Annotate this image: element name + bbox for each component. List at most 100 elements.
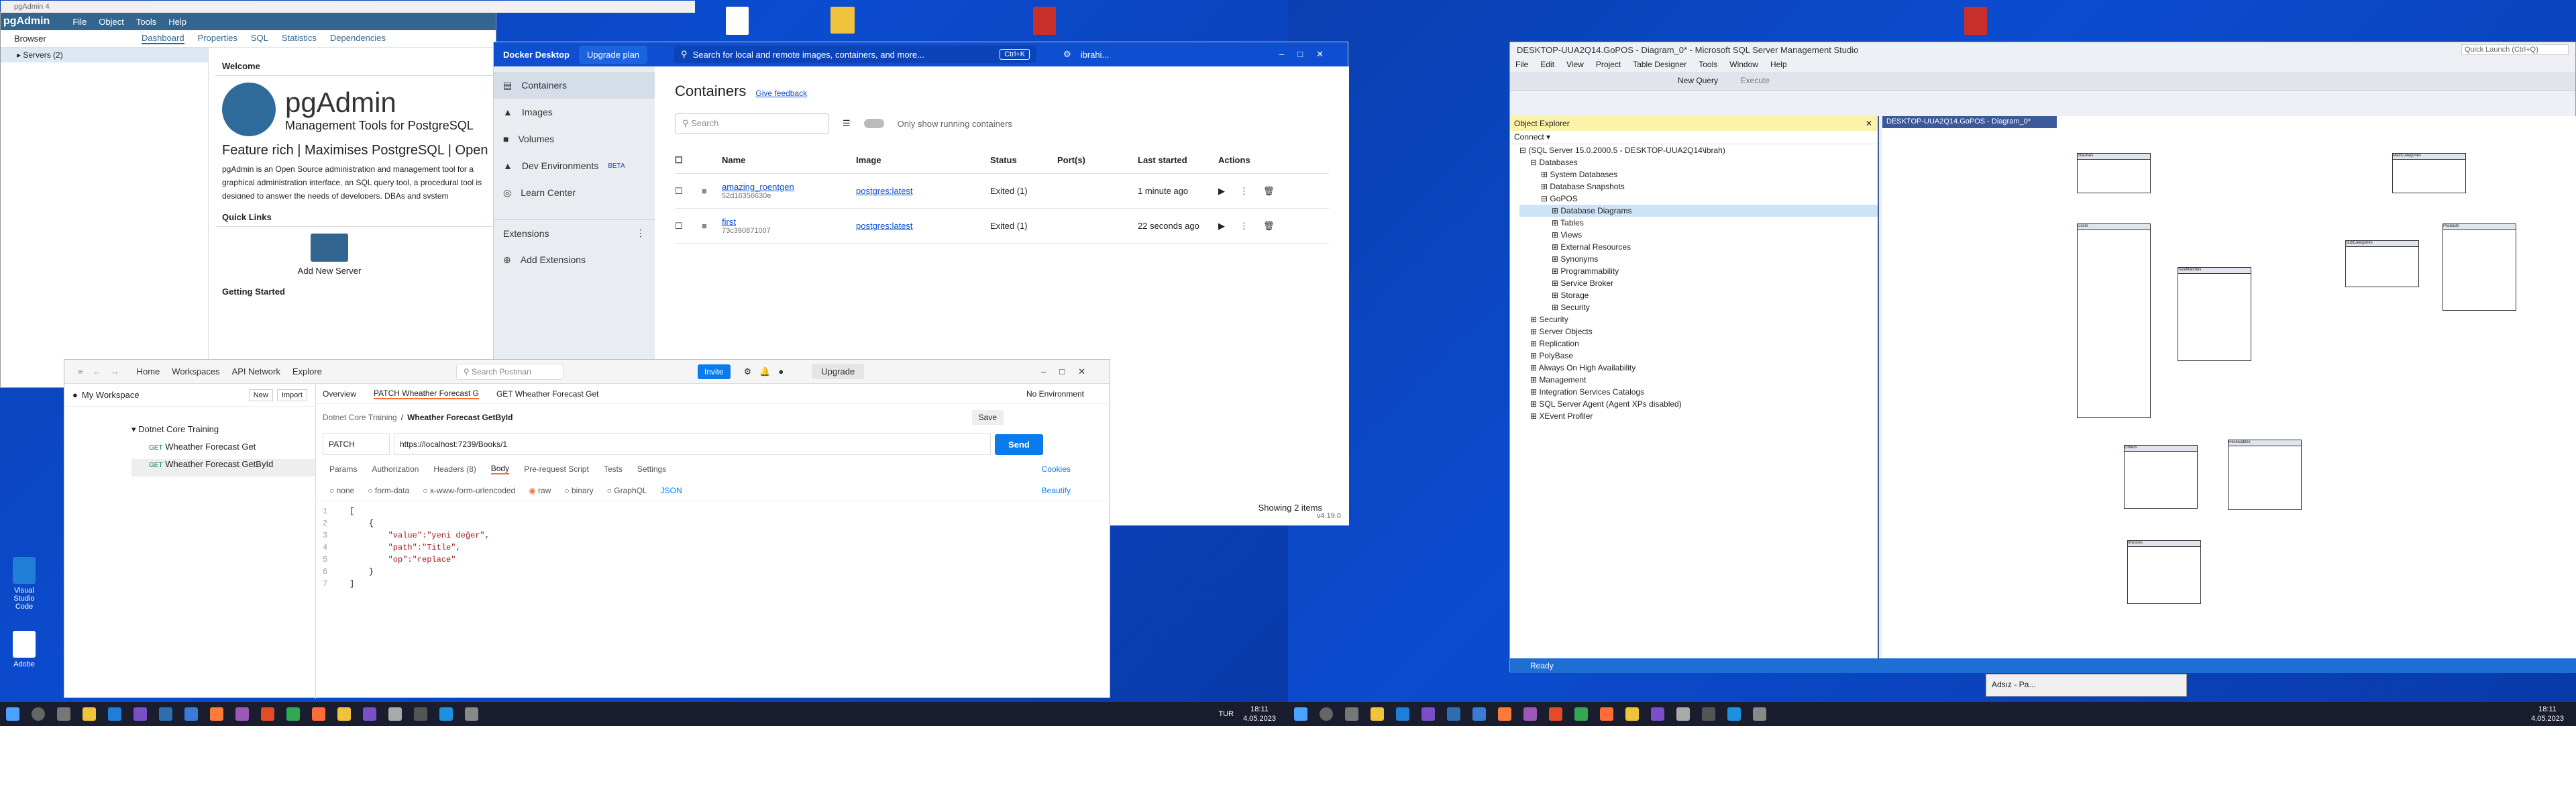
tab-dashboard[interactable]: Dashboard bbox=[142, 33, 184, 44]
tab-properties[interactable]: Properties bbox=[198, 33, 237, 44]
tree-node[interactable]: ⊞ Management bbox=[1519, 374, 1878, 386]
diagram-tab[interactable]: DESKTOP-UUA2Q14.GoPOS - Diagram_0* bbox=[1882, 116, 2057, 128]
pgadmin-titlebar[interactable]: pgAdmin 4 bbox=[1, 1, 695, 13]
radio-graphql[interactable]: ○ GraphQL bbox=[607, 486, 647, 495]
taskbar-app[interactable] bbox=[306, 702, 331, 726]
container-image[interactable]: postgres:latest bbox=[856, 221, 990, 231]
environment-select[interactable]: No Environment bbox=[1026, 389, 1111, 399]
taskbar-app[interactable] bbox=[1364, 702, 1390, 726]
connect-button[interactable]: Connect bbox=[1514, 132, 1544, 142]
tree-node[interactable]: ⊞ System Databases bbox=[1519, 168, 1878, 181]
beautify-link[interactable]: Beautify bbox=[1042, 486, 1111, 495]
user-name[interactable]: ibrahi... bbox=[1081, 50, 1110, 60]
request-item[interactable]: GET Wheather Forecast Get bbox=[131, 442, 315, 459]
table-orders[interactable]: Orders bbox=[2124, 445, 2198, 509]
taskbar-app[interactable] bbox=[408, 702, 433, 726]
taskbar-app[interactable] bbox=[1466, 702, 1492, 726]
tab-overview[interactable]: Overview bbox=[323, 389, 356, 399]
tree-node[interactable]: ⊞ Security bbox=[1519, 301, 1878, 313]
table-row[interactable]: ☐ ■ amazing_roentgen 52d16356630e postgre… bbox=[675, 174, 1329, 209]
quick-launch-input[interactable]: Quick Launch (Ctrl+Q) bbox=[2461, 44, 2569, 55]
taskbar-app[interactable] bbox=[382, 702, 408, 726]
menu-edit[interactable]: Edit bbox=[1540, 60, 1554, 69]
new-query-button[interactable]: New Query bbox=[1678, 76, 1718, 85]
tree-node[interactable]: ⊞ XEvent Profiler bbox=[1519, 410, 1878, 422]
taskbar-app[interactable] bbox=[127, 702, 153, 726]
columns-icon[interactable]: ☰ bbox=[843, 118, 851, 129]
taskbar-app[interactable] bbox=[178, 702, 204, 726]
add-server-button[interactable]: Add New Server bbox=[215, 227, 443, 283]
nav-api-network[interactable]: API Network bbox=[232, 366, 280, 376]
menu-object[interactable]: Object bbox=[99, 17, 124, 27]
desktop-icon-adobe[interactable]: Adobe bbox=[4, 631, 44, 668]
workspace-name[interactable]: My Workspace bbox=[82, 390, 140, 400]
tab-authorization[interactable]: Authorization bbox=[372, 464, 419, 474]
taskbar-app[interactable] bbox=[459, 702, 484, 726]
nav-arrows[interactable]: ≡←→ bbox=[64, 366, 129, 376]
paint-window[interactable]: Adsız - Pa... bbox=[1986, 674, 2187, 697]
tree-node[interactable]: ⊞ Synonyms bbox=[1519, 253, 1878, 265]
taskbar-app[interactable] bbox=[229, 702, 255, 726]
tab-body[interactable]: Body bbox=[490, 464, 510, 474]
start-button[interactable] bbox=[1288, 702, 1313, 726]
more-icon[interactable]: ⋮ bbox=[636, 228, 655, 239]
upgrade-button[interactable]: Upgrade bbox=[812, 364, 865, 379]
tree-servers[interactable]: ▸ Servers (2) bbox=[1, 48, 208, 62]
close-icon[interactable]: ✕ bbox=[1866, 119, 1878, 128]
taskbar-app[interactable] bbox=[153, 702, 178, 726]
tree-node[interactable]: ⊞ Programmability bbox=[1519, 265, 1878, 277]
give-feedback-link[interactable]: Give feedback bbox=[755, 89, 807, 98]
taskbar-app[interactable] bbox=[204, 702, 229, 726]
taskbar-app[interactable] bbox=[1747, 702, 1772, 726]
row-checkbox[interactable]: ☐ bbox=[675, 221, 702, 232]
start-button[interactable] bbox=[0, 702, 25, 726]
tree-node[interactable]: ⊟ GoPOS bbox=[1519, 193, 1878, 205]
new-button[interactable]: New bbox=[248, 389, 273, 401]
import-button[interactable]: Import bbox=[276, 389, 307, 401]
taskbar-app[interactable] bbox=[1492, 702, 1517, 726]
table-invoices[interactable]: Invoices bbox=[2127, 540, 2201, 604]
nav-explore[interactable]: Explore bbox=[292, 366, 322, 376]
tree-node[interactable]: ⊞ PolyBase bbox=[1519, 350, 1878, 362]
nav-workspaces[interactable]: Workspaces bbox=[172, 366, 219, 376]
menu-tools[interactable]: Tools bbox=[1699, 60, 1717, 69]
search-icon[interactable] bbox=[1313, 702, 1339, 726]
radio-binary[interactable]: ○ binary bbox=[564, 486, 593, 495]
radio-urlencoded[interactable]: ○ x-www-form-urlencoded bbox=[423, 486, 515, 495]
taskbar-app[interactable] bbox=[255, 702, 280, 726]
body-editor[interactable]: 1[ 2 { 3 "value":"yeni değer", 4 "path":… bbox=[316, 501, 1111, 590]
taskbar-app[interactable] bbox=[433, 702, 459, 726]
taskbar-app[interactable] bbox=[1696, 702, 1721, 726]
table-statuses[interactable]: Statuses bbox=[2077, 153, 2151, 193]
container-name[interactable]: amazing_roentgen bbox=[722, 182, 856, 192]
cookies-link[interactable]: Cookies bbox=[1042, 464, 1111, 474]
taskbar-app[interactable] bbox=[1568, 702, 1594, 726]
col-ports[interactable]: Port(s) bbox=[1057, 155, 1138, 165]
nav-dev-environments[interactable]: ▲ Dev Environments BETA bbox=[494, 152, 655, 179]
taskbar-app[interactable] bbox=[1619, 702, 1645, 726]
docker-search-bar[interactable]: ⚲ Search for local and remote images, co… bbox=[674, 46, 1037, 63]
language-indicator[interactable]: TUR bbox=[1218, 710, 1234, 718]
desktop-icon-vscode[interactable]: Visual Studio Code bbox=[4, 557, 44, 611]
desktop-folder-icon[interactable] bbox=[830, 7, 855, 34]
table-row[interactable]: ☐ ■ first 73c390871007 postgres:latest Ex… bbox=[675, 209, 1329, 244]
col-last-started[interactable]: Last started bbox=[1138, 155, 1218, 165]
select-all-checkbox[interactable]: ☐ bbox=[675, 155, 722, 166]
search-icon[interactable] bbox=[25, 702, 51, 726]
method-select[interactable]: PATCH bbox=[323, 434, 390, 455]
menu-project[interactable]: Project bbox=[1596, 60, 1621, 69]
more-icon[interactable]: ⋮ bbox=[1240, 221, 1248, 232]
menu-help[interactable]: Help bbox=[168, 17, 186, 27]
tab-get-request[interactable]: GET Wheather Forecast Get bbox=[496, 389, 599, 399]
play-icon[interactable]: ▶ bbox=[1218, 186, 1225, 197]
menu-table-designer[interactable]: Table Designer bbox=[1633, 60, 1686, 69]
tree-node[interactable]: ⊟ (SQL Server 15.0.2000.5 - DESKTOP-UUA2… bbox=[1519, 144, 1878, 156]
nav-learn-center[interactable]: ◎ Learn Center bbox=[494, 179, 655, 206]
col-name[interactable]: Name bbox=[722, 155, 856, 165]
play-icon[interactable]: ▶ bbox=[1218, 221, 1225, 232]
nav-volumes[interactable]: ■ Volumes bbox=[494, 125, 655, 152]
tree-node[interactable]: ⊞ Tables bbox=[1519, 217, 1878, 229]
menu-tools[interactable]: Tools bbox=[136, 17, 156, 27]
window-controls[interactable]: –□✕ bbox=[1279, 49, 1348, 60]
tab-pre-request[interactable]: Pre-request Script bbox=[524, 464, 589, 474]
